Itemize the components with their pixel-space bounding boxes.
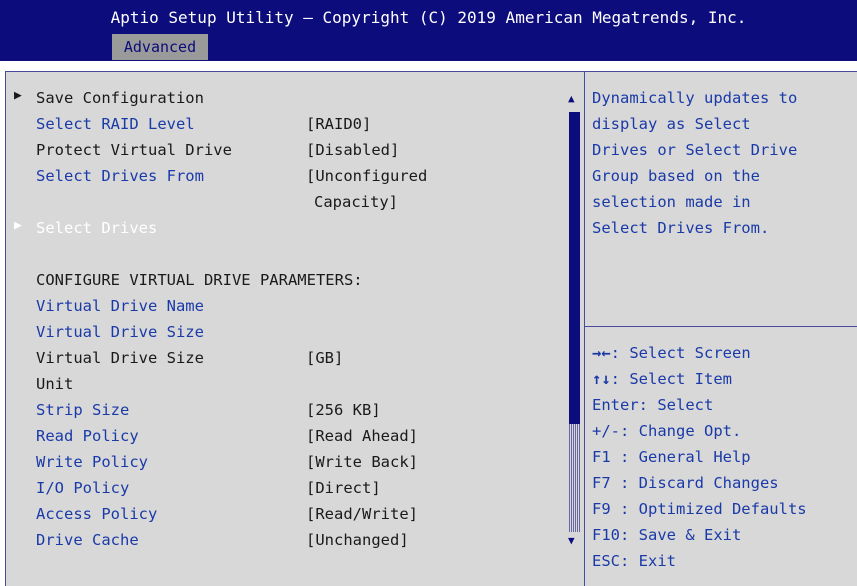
key-select-screen: →←: Select Screen xyxy=(592,344,751,362)
drive-cache-label[interactable]: Drive Cache xyxy=(36,527,139,553)
key-f9: F9 : Optimized Defaults xyxy=(592,500,807,518)
app-title: Aptio Setup Utility – Copyright (C) 2019… xyxy=(110,8,747,27)
help-divider xyxy=(585,326,857,327)
scrollbar-track[interactable] xyxy=(569,424,580,532)
main-area: ▶ Save Configuration Select RAID Level [… xyxy=(0,61,857,586)
virtual-drive-name-label[interactable]: Virtual Drive Name xyxy=(36,293,204,319)
io-policy-value[interactable]: [Direct] xyxy=(306,475,381,501)
write-policy-label[interactable]: Write Policy xyxy=(36,449,148,475)
scroll-up-icon[interactable]: ▲ xyxy=(568,92,575,105)
key-f7: F7 : Discard Changes xyxy=(592,474,779,492)
left-right-arrows-icon: →← xyxy=(592,344,611,362)
read-policy-value[interactable]: [Read Ahead] xyxy=(306,423,418,449)
key-f10: F10: Save & Exit xyxy=(592,526,742,544)
section-heading: CONFIGURE VIRTUAL DRIVE PARAMETERS: xyxy=(36,271,363,289)
io-policy-label[interactable]: I/O Policy xyxy=(36,475,129,501)
submenu-arrow-icon: ▶ xyxy=(14,88,22,103)
virtual-drive-size-unit-label-cont: Unit xyxy=(36,375,74,393)
menu-item-select-drives[interactable]: Select Drives xyxy=(36,215,157,241)
read-policy-label[interactable]: Read Policy xyxy=(36,423,139,449)
help-text-line: Drives or Select Drive xyxy=(592,141,798,159)
virtual-drive-size-unit-label: Virtual Drive Size xyxy=(36,349,204,367)
help-text-line: Group based on the xyxy=(592,167,760,185)
menu-item-save-configuration[interactable]: Save Configuration xyxy=(36,85,204,111)
up-down-arrows-icon: ↑↓ xyxy=(592,370,611,388)
key-esc: ESC: Exit xyxy=(592,552,676,570)
settings-panel: ▶ Save Configuration Select RAID Level [… xyxy=(6,72,567,586)
access-policy-label[interactable]: Access Policy xyxy=(36,501,157,527)
select-drives-from-value[interactable]: [Unconfigured xyxy=(306,163,427,189)
select-raid-level-value[interactable]: [RAID0] xyxy=(306,111,371,137)
scrollbar-thumb[interactable] xyxy=(569,112,580,424)
scroll-down-icon[interactable]: ▼ xyxy=(568,534,575,547)
select-raid-level-label[interactable]: Select RAID Level xyxy=(36,111,195,137)
help-text-line: Select Drives From. xyxy=(592,219,770,237)
select-drives-from-label[interactable]: Select Drives From xyxy=(36,163,204,189)
help-text-line: display as Select xyxy=(592,115,751,133)
panel-divider xyxy=(584,72,585,586)
protect-virtual-drive-value: [Disabled] xyxy=(306,141,400,159)
key-select-item: ↑↓: Select Item xyxy=(592,370,732,388)
virtual-drive-size-unit-value[interactable]: [GB] xyxy=(306,345,343,371)
submenu-arrow-icon: ▶ xyxy=(14,218,22,233)
bios-screen: Aptio Setup Utility – Copyright (C) 2019… xyxy=(0,0,857,586)
write-policy-value[interactable]: [Write Back] xyxy=(306,449,418,475)
tab-advanced[interactable]: Advanced xyxy=(112,34,208,60)
protect-virtual-drive-label: Protect Virtual Drive xyxy=(36,141,232,159)
help-text-line: selection made in xyxy=(592,193,751,211)
virtual-drive-size-label[interactable]: Virtual Drive Size xyxy=(36,319,204,345)
setup-frame: ▶ Save Configuration Select RAID Level [… xyxy=(5,71,857,586)
access-policy-value[interactable]: [Read/Write] xyxy=(306,501,418,527)
key-f1: F1 : General Help xyxy=(592,448,751,466)
key-enter: Enter: Select xyxy=(592,396,714,414)
select-drives-from-value-cont[interactable]: Capacity] xyxy=(314,189,398,215)
help-text-line: Dynamically updates to xyxy=(592,89,798,107)
strip-size-value[interactable]: [256 KB] xyxy=(306,397,381,423)
strip-size-label[interactable]: Strip Size xyxy=(36,397,129,423)
title-bar: Aptio Setup Utility – Copyright (C) 2019… xyxy=(0,0,857,61)
drive-cache-value[interactable]: [Unchanged] xyxy=(306,527,409,553)
key-change: +/-: Change Opt. xyxy=(592,422,742,440)
